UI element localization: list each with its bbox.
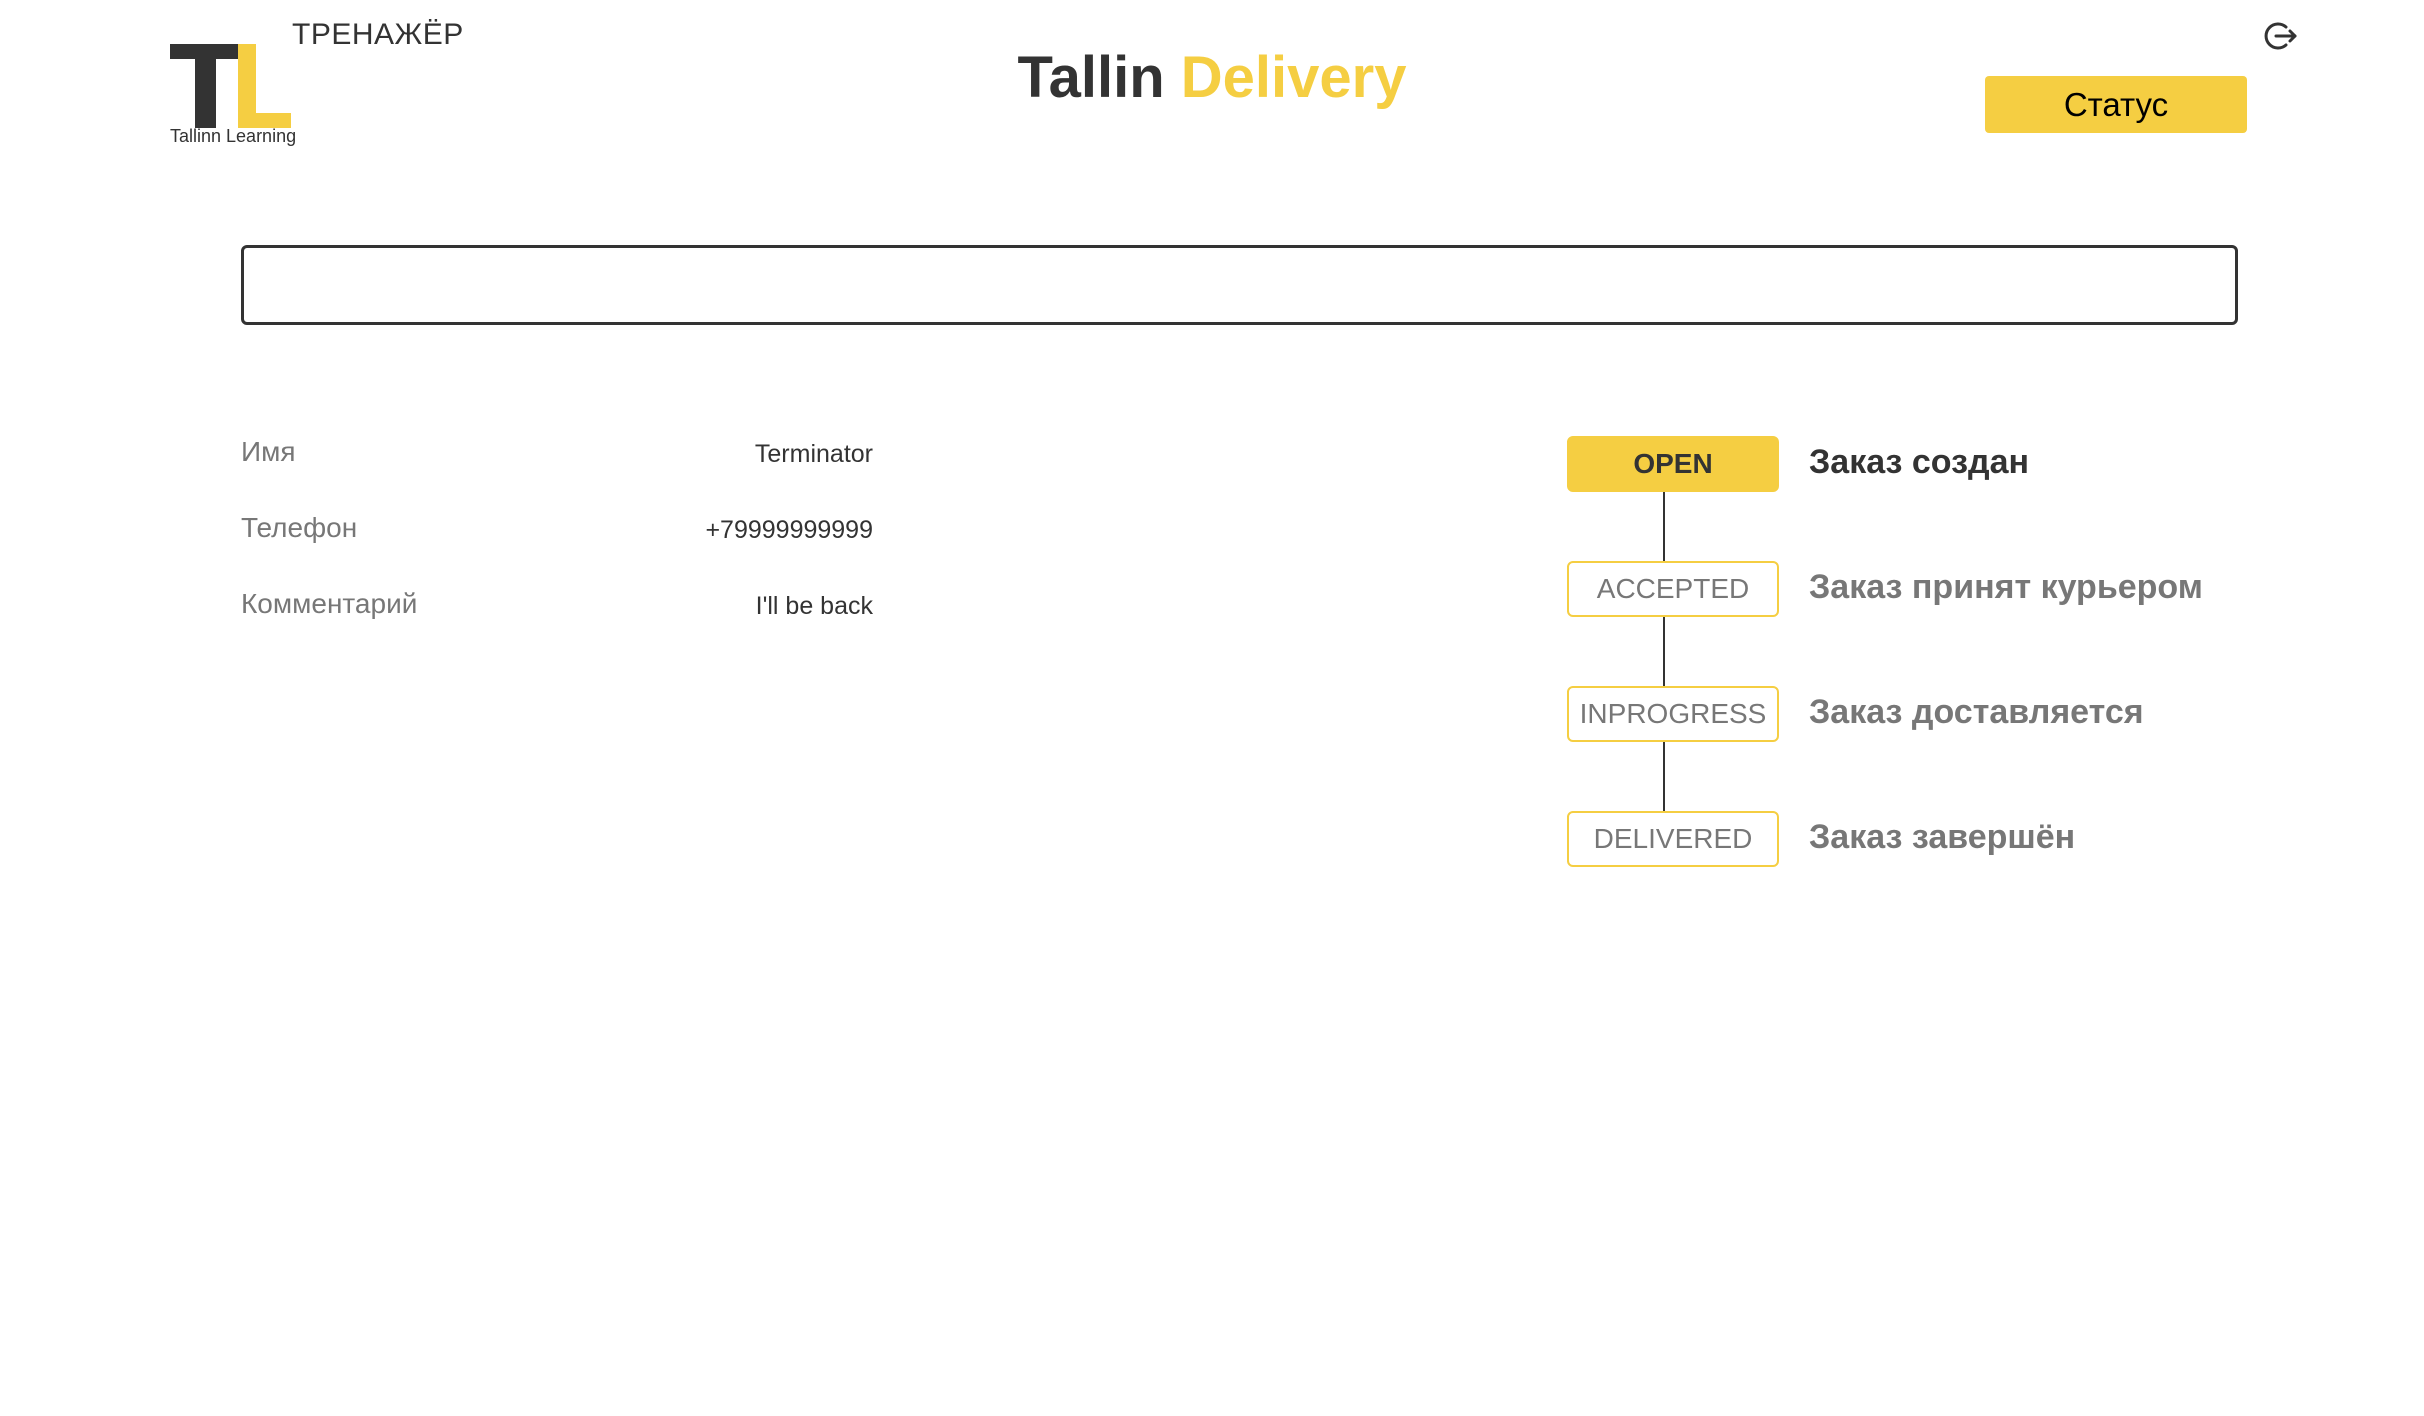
detail-value-name: Terminator xyxy=(754,440,873,468)
status-description-open: Заказ создан xyxy=(1809,443,2030,481)
page: ТРЕНАЖЁР Tallinn Learning Tallin Deliver… xyxy=(0,0,2424,1416)
detail-row-name: Имя Terminator xyxy=(241,430,873,506)
timeline-connector xyxy=(1663,617,1665,686)
status-description-accepted: Заказ принят курьером xyxy=(1809,568,2203,606)
status-badge-open: OPEN xyxy=(1567,436,1779,492)
logo-subtitle: Tallinn Learning xyxy=(170,126,297,146)
status-timeline: OPEN Заказ создан ACCEPTED Заказ принят … xyxy=(1567,436,2267,876)
detail-value-comment: I'll be back xyxy=(755,592,873,620)
page-title-part2: Delivery xyxy=(1180,45,1407,110)
status-row-delivered: DELIVERED Заказ завершён xyxy=(1567,811,2267,867)
status-badge-inprogress: INPROGRESS xyxy=(1567,686,1779,742)
detail-row-comment: Комментарий I'll be back xyxy=(241,582,873,658)
logout-icon[interactable] xyxy=(2262,18,2298,54)
order-search-input[interactable] xyxy=(241,245,2238,325)
detail-label-name: Имя xyxy=(241,436,296,467)
status-row-inprogress: INPROGRESS Заказ доставляется xyxy=(1567,686,2267,742)
detail-row-phone: Телефон +79999999999 xyxy=(241,506,873,582)
status-badge-accepted: ACCEPTED xyxy=(1567,561,1779,617)
status-description-delivered: Заказ завершён xyxy=(1809,818,2076,856)
detail-label-phone: Телефон xyxy=(241,512,358,543)
timeline-connector xyxy=(1663,742,1665,811)
order-details: Имя Terminator Телефон +79999999999 Комм… xyxy=(241,430,873,658)
status-badge-delivered: DELIVERED xyxy=(1567,811,1779,867)
page-title-part1: Tallin xyxy=(1017,45,1165,110)
status-row-accepted: ACCEPTED Заказ принят курьером xyxy=(1567,561,2267,617)
status-description-inprogress: Заказ доставляется xyxy=(1809,693,2144,731)
status-button[interactable]: Статус xyxy=(1985,76,2247,133)
status-row-open: OPEN Заказ создан xyxy=(1567,436,2267,492)
detail-label-comment: Комментарий xyxy=(241,588,418,619)
detail-value-phone: +79999999999 xyxy=(705,516,873,544)
timeline-connector xyxy=(1663,492,1665,561)
